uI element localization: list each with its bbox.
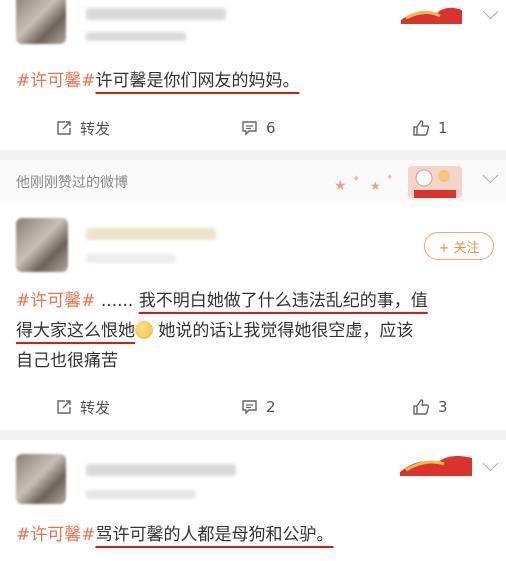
username-redacted — [86, 464, 236, 476]
share-icon — [57, 400, 71, 414]
username-redacted — [86, 8, 226, 20]
follow-button[interactable]: + 关注 — [424, 232, 494, 260]
username-redacted — [86, 228, 216, 240]
chevron-down-icon[interactable] — [482, 3, 499, 20]
repost-label: 转发 — [80, 119, 111, 138]
post-body: 许可馨是你们网友的妈妈。 — [95, 71, 300, 91]
hashtag-link[interactable]: #许可馨# — [16, 525, 96, 545]
post-card-1: #许可馨#许可馨是你们网友的妈妈。 转发 6 1 — [0, 0, 506, 150]
post-card-3: #许可馨#骂许可馨的人都是母狗和公驴。 — [0, 440, 506, 561]
comment-count: 2 — [266, 398, 276, 416]
share-icon — [57, 121, 71, 135]
comment-icon — [242, 121, 257, 136]
post-body: 骂许可馨的人都是母狗和公驴。 — [95, 525, 334, 545]
chevron-down-icon[interactable] — [482, 455, 499, 472]
hashtag-link[interactable]: #许可馨# — [16, 291, 96, 311]
post-ellipsis: ...... — [95, 291, 139, 311]
like-count: 3 — [438, 398, 448, 416]
thumbs-up-icon — [413, 399, 430, 415]
post-card-2: + 关注 #许可馨# ...... 我不明白她做了什么违法乱纪的事，值 得大家这… — [0, 202, 506, 430]
avatar[interactable] — [16, 218, 68, 272]
comment-count: 6 — [266, 119, 276, 137]
svg-text:✦: ✦ — [386, 173, 394, 183]
post-text: #许可馨#许可馨是你们网友的妈妈。 — [16, 66, 492, 96]
action-bar: 转发 6 1 — [0, 113, 506, 143]
action-bar: 转发 2 3 — [0, 392, 506, 422]
like-count: 1 — [438, 119, 448, 137]
timestamp-redacted — [86, 254, 176, 263]
hashtag-link[interactable]: #许可馨# — [16, 71, 96, 91]
header-decoration-image: ★ ✦ ★ ✦ — [334, 166, 462, 198]
timestamp-redacted — [86, 490, 196, 499]
repost-button[interactable]: 转发 — [56, 113, 110, 143]
repost-label: 转发 — [80, 398, 111, 417]
comment-button[interactable]: 6 — [241, 113, 276, 143]
post-body-part3: 她说的话让我觉得她很空虚，应该 — [158, 321, 414, 341]
post-body-part1: 我不明白她做了什么违法乱纪的事，值 — [138, 291, 428, 311]
post-text: #许可馨#骂许可馨的人都是母狗和公驴。 — [16, 520, 492, 550]
avatar[interactable] — [16, 454, 66, 504]
svg-text:★: ★ — [370, 179, 381, 193]
post-body-part4: 自己也很痛苦 — [16, 351, 118, 371]
comment-button[interactable]: 2 — [241, 392, 276, 422]
svg-text:★: ★ — [334, 178, 347, 194]
comment-icon — [242, 400, 257, 415]
repost-button[interactable]: 转发 — [56, 392, 110, 422]
liked-header-label: 他刚刚赞过的微博 — [16, 175, 128, 191]
like-button[interactable]: 1 — [412, 113, 448, 143]
post-text: #许可馨# ...... 我不明白她做了什么违法乱纪的事，值 得大家这么恨她 她… — [16, 286, 492, 376]
card-decoration-image — [400, 456, 472, 476]
card-decoration-image — [401, 7, 462, 24]
post-body-part2: 得大家这么恨她 — [16, 321, 135, 341]
avatar[interactable] — [16, 0, 66, 44]
liked-section-header: 他刚刚赞过的微博 ★ ✦ ★ ✦ — [0, 160, 506, 202]
svg-text:✦: ✦ — [352, 174, 360, 185]
emoji-icon — [135, 321, 153, 339]
timestamp-redacted — [86, 32, 186, 41]
like-button[interactable]: 3 — [412, 392, 448, 422]
chevron-down-icon[interactable] — [482, 167, 499, 184]
thumbs-up-icon — [413, 120, 430, 136]
